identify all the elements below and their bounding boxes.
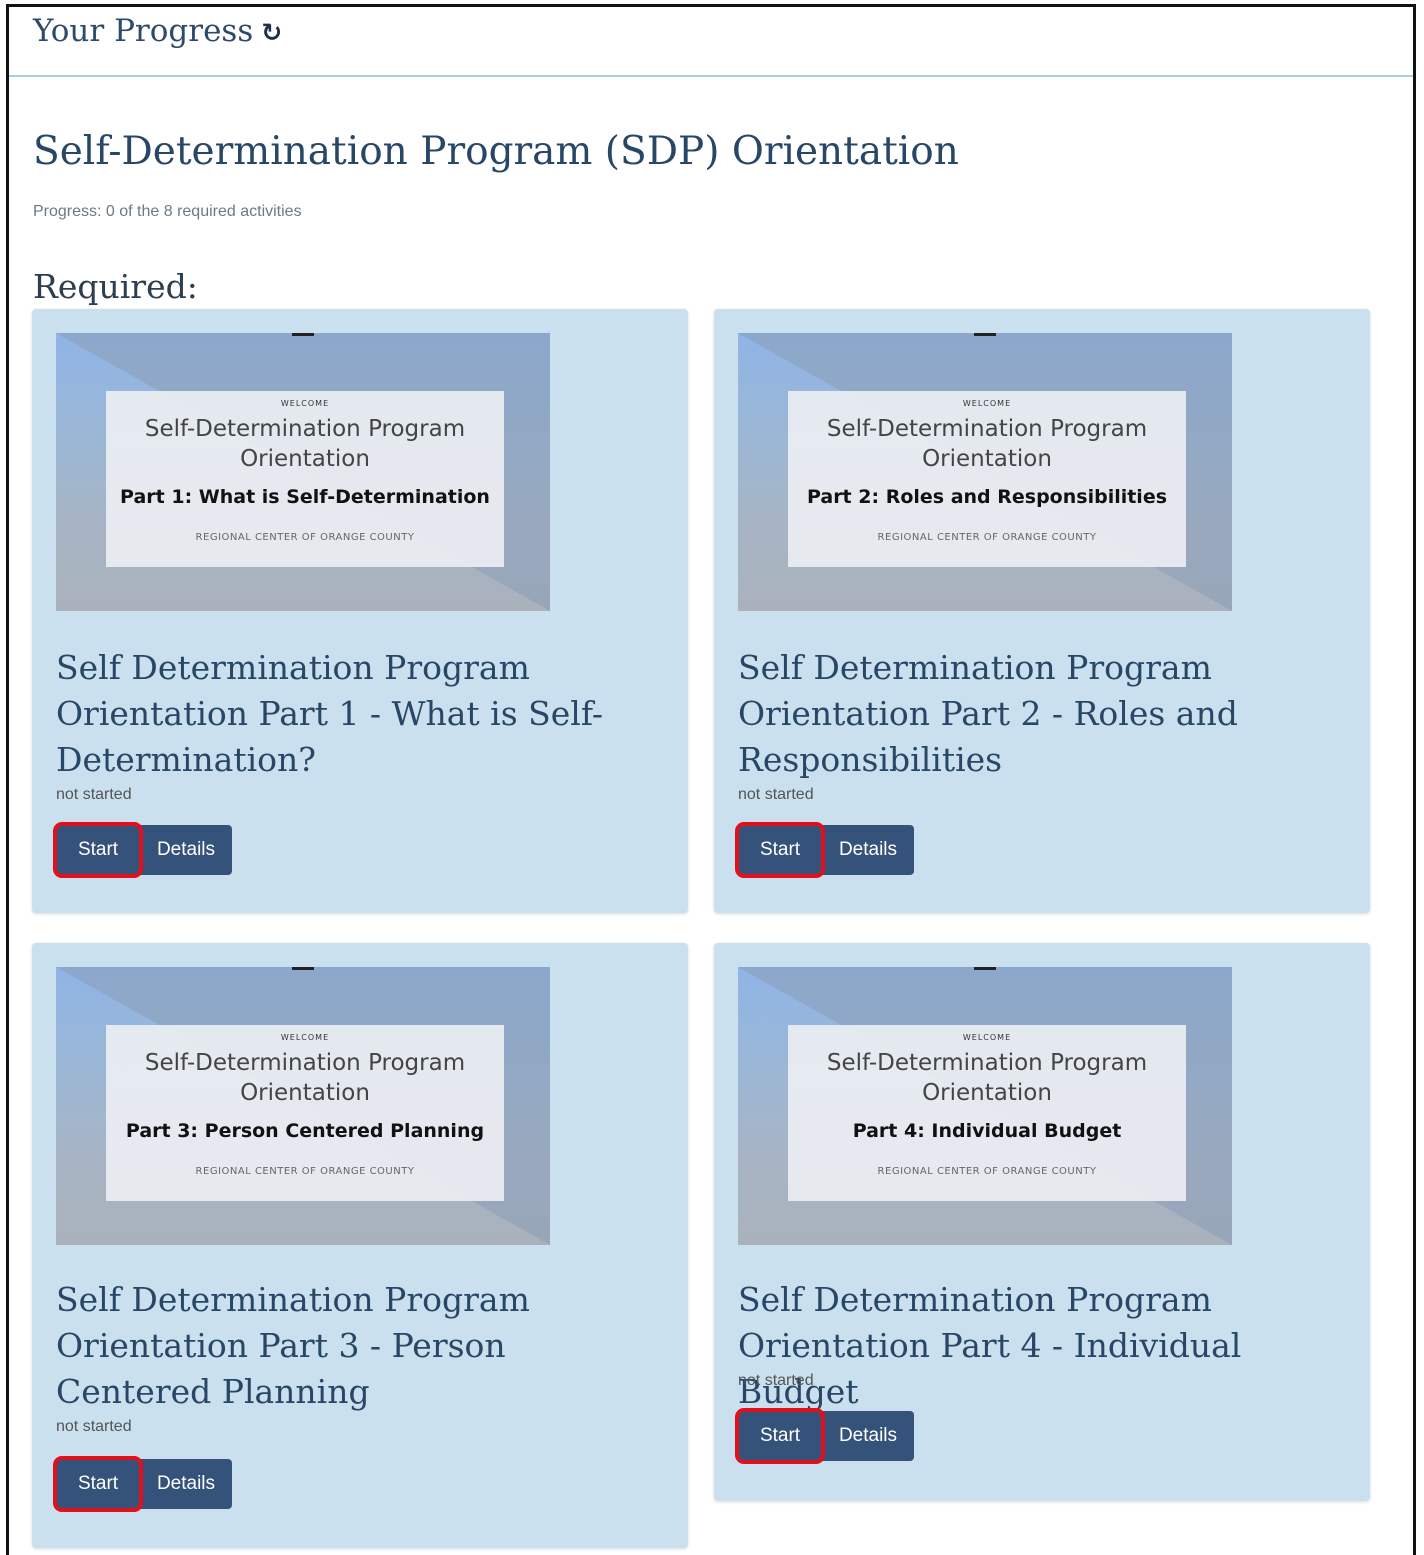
activity-status: not started: [56, 1418, 132, 1435]
activity-button-group: Start Details: [53, 822, 232, 878]
slide-preview: WELCOME Self-Determination Program Orient…: [106, 391, 504, 567]
activity-status: not started: [738, 786, 814, 803]
slide-part: Part 4: Individual Budget: [852, 1120, 1122, 1142]
slide-org: REGIONAL CENTER OF ORANGE COUNTY: [195, 532, 415, 543]
required-label: Required:: [33, 267, 198, 306]
activity-thumbnail[interactable]: WELCOME Self-Determination Program Orient…: [56, 967, 550, 1245]
activity-button-group: Start Details: [735, 1408, 914, 1464]
thumbnail-marker: [292, 967, 314, 970]
activity-card-1: WELCOME Self-Determination Program Orient…: [32, 309, 688, 913]
activity-title[interactable]: Self Determination Program Orientation P…: [738, 1277, 1338, 1415]
activity-title[interactable]: Self Determination Program Orientation P…: [56, 645, 656, 783]
progress-header: Your Progress ↻: [9, 7, 1413, 77]
activity-thumbnail[interactable]: WELCOME Self-Determination Program Orient…: [56, 333, 550, 611]
program-title: Self-Determination Program (SDP) Orienta…: [33, 129, 959, 174]
activity-card-2: WELCOME Self-Determination Program Orient…: [714, 309, 1370, 913]
slide-title: Self-Determination Program Orientation: [826, 1050, 1148, 1106]
slide-part: Part 3: Person Centered Planning: [125, 1120, 485, 1142]
refresh-icon[interactable]: ↻: [261, 18, 282, 47]
slide-part: Part 1: What is Self-Determination: [120, 486, 490, 508]
slide-title: Self-Determination Program Orientation: [826, 416, 1148, 472]
slide-welcome: WELCOME: [280, 399, 330, 408]
slide-org: REGIONAL CENTER OF ORANGE COUNTY: [877, 1166, 1097, 1177]
thumbnail-marker: [974, 333, 996, 336]
details-button[interactable]: Details: [140, 1459, 232, 1509]
thumbnail-marker: [974, 967, 996, 970]
slide-welcome: WELCOME: [962, 1033, 1012, 1042]
thumbnail-marker: [292, 333, 314, 336]
header-title-text: Your Progress: [33, 13, 254, 49]
activity-status: not started: [56, 786, 132, 803]
progress-text: Progress: 0 of the 8 required activities: [33, 203, 302, 220]
slide-welcome: WELCOME: [280, 1033, 330, 1042]
start-button[interactable]: Start: [53, 1456, 143, 1512]
slide-org: REGIONAL CENTER OF ORANGE COUNTY: [877, 532, 1097, 543]
slide-preview: WELCOME Self-Determination Program Orient…: [788, 391, 1186, 567]
slide-title: Self-Determination Program Orientation: [144, 1050, 466, 1106]
slide-preview: WELCOME Self-Determination Program Orient…: [788, 1025, 1186, 1201]
page-frame: Your Progress ↻ Self-Determination Progra…: [6, 4, 1416, 1555]
details-button[interactable]: Details: [140, 825, 232, 875]
activity-title[interactable]: Self Determination Program Orientation P…: [738, 645, 1338, 783]
activity-status: not started: [738, 1372, 814, 1389]
start-button[interactable]: Start: [735, 822, 825, 878]
activity-thumbnail[interactable]: WELCOME Self-Determination Program Orient…: [738, 967, 1232, 1245]
slide-org: REGIONAL CENTER OF ORANGE COUNTY: [195, 1166, 415, 1177]
activity-title[interactable]: Self Determination Program Orientation P…: [56, 1277, 656, 1415]
slide-preview: WELCOME Self-Determination Program Orient…: [106, 1025, 504, 1201]
activity-card-3: WELCOME Self-Determination Program Orient…: [32, 943, 688, 1548]
details-button[interactable]: Details: [822, 825, 914, 875]
start-button[interactable]: Start: [735, 1408, 825, 1464]
slide-part: Part 2: Roles and Responsibilities: [806, 486, 1168, 508]
activity-button-group: Start Details: [735, 822, 914, 878]
activity-card-4: WELCOME Self-Determination Program Orient…: [714, 943, 1370, 1501]
activity-button-group: Start Details: [53, 1456, 232, 1512]
activity-thumbnail[interactable]: WELCOME Self-Determination Program Orient…: [738, 333, 1232, 611]
slide-welcome: WELCOME: [962, 399, 1012, 408]
details-button[interactable]: Details: [822, 1411, 914, 1461]
header-title: Your Progress ↻: [33, 13, 282, 49]
start-button[interactable]: Start: [53, 822, 143, 878]
slide-title: Self-Determination Program Orientation: [144, 416, 466, 472]
